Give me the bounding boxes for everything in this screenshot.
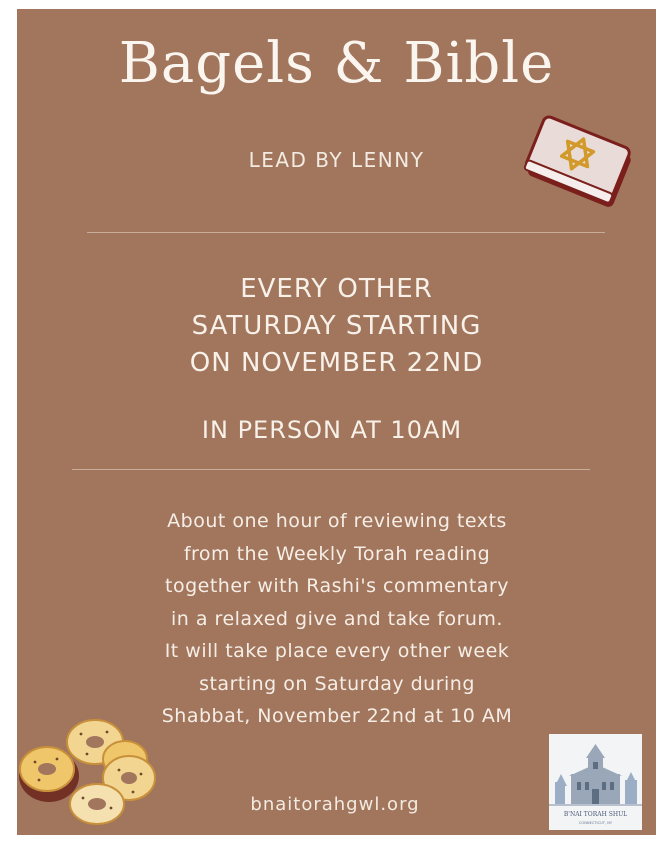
description-line: from the Weekly Torah reading	[183, 542, 491, 565]
schedule-line: EVERY OTHER	[240, 274, 433, 304]
schedule-line: SATURDAY STARTING	[191, 311, 482, 341]
divider-bottom	[72, 469, 590, 470]
schedule-text: EVERY OTHER SATURDAY STARTING ON NOVEMBE…	[17, 271, 656, 382]
leader-text: LEAD BY LENNY	[248, 148, 425, 172]
description-line: in a relaxed give and take forum.	[171, 607, 503, 630]
logo-name: B'NAI TORAH SHUL	[564, 811, 627, 818]
description-line: Shabbat, November 22nd at 10 AM	[161, 705, 513, 727]
logo-subtitle: CONNECTICUT, NY	[579, 821, 613, 825]
flyer-title: Bagels & Bible	[118, 31, 555, 96]
description-text: About one hour of reviewing texts from t…	[127, 505, 547, 733]
description-line: About one hour of reviewing texts	[167, 510, 507, 532]
schedule-line: ON NOVEMBER 22ND	[189, 348, 484, 378]
divider-top	[87, 232, 605, 233]
description-line: together with Rashi's commentary	[165, 575, 509, 597]
shul-logo: B'NAI TORAH SHUL CONNECTICUT, NY	[549, 734, 642, 830]
description-line: It will take place every other week	[164, 640, 510, 662]
in-person-text: IN PERSON AT 10AM	[201, 416, 463, 444]
synagogue-building-icon: B'NAI TORAH SHUL CONNECTICUT, NY	[549, 734, 642, 830]
description-line: starting on Saturday during	[199, 672, 475, 695]
flyer: Bagels & Bible LEAD BY LENNY EVERY OTHER…	[17, 9, 656, 835]
